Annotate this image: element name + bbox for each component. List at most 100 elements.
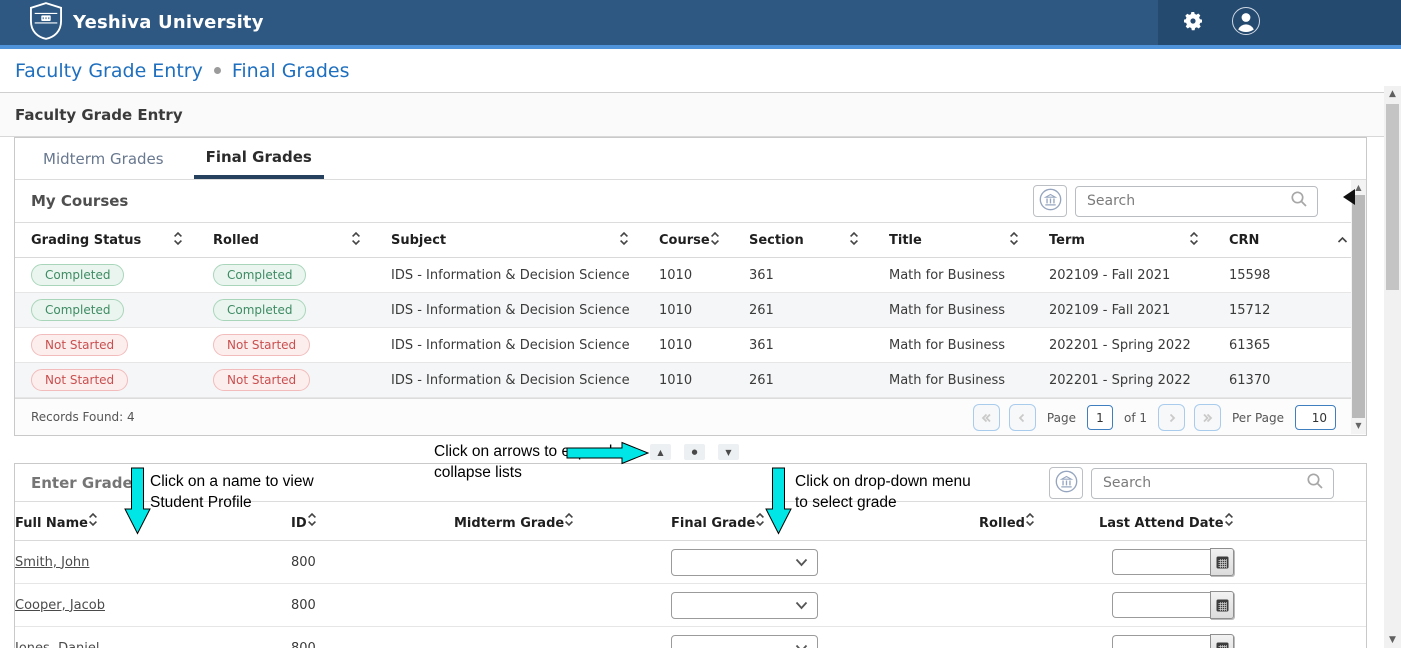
- col-section[interactable]: Section: [749, 233, 804, 248]
- mouse-cursor: [1342, 188, 1356, 206]
- first-page-button[interactable]: [973, 404, 1000, 431]
- prev-page-button[interactable]: [1009, 404, 1036, 431]
- course-row[interactable]: Completed Completed IDS - Information & …: [15, 258, 1366, 293]
- calendar-icon[interactable]: [1210, 634, 1234, 648]
- col-full-name[interactable]: Full Name: [15, 516, 88, 531]
- calendar-icon[interactable]: [1210, 548, 1234, 576]
- breadcrumb-root[interactable]: Faculty Grade Entry: [15, 60, 203, 82]
- final-grade-select[interactable]: [671, 635, 818, 648]
- annotation-arrow-right: [566, 441, 650, 465]
- collapse-down-button[interactable]: ▼: [718, 444, 739, 460]
- next-page-button[interactable]: [1158, 404, 1185, 431]
- institution-icon: [1038, 187, 1063, 216]
- subject-cell: IDS - Information & Decision Science: [375, 303, 643, 318]
- subject-cell: IDS - Information & Decision Science: [375, 373, 643, 388]
- my-courses-panel: Midterm Grades Final Grades My Courses: [14, 137, 1367, 436]
- sort-icon[interactable]: [173, 231, 183, 250]
- student-name-link[interactable]: Jones, Daniel: [15, 641, 100, 648]
- sort-icon[interactable]: [849, 231, 859, 250]
- sort-icon[interactable]: [1189, 231, 1199, 250]
- scroll-up-icon[interactable]: ▲: [1384, 89, 1401, 99]
- enter-grades-search-input[interactable]: [1103, 475, 1306, 491]
- course-row[interactable]: Completed Completed IDS - Information & …: [15, 293, 1366, 328]
- last-attend-date-input[interactable]: [1112, 549, 1210, 575]
- page-label: Page: [1047, 411, 1076, 425]
- sort-icon[interactable]: [564, 516, 574, 531]
- institution-icon: [1054, 469, 1079, 498]
- my-courses-toolbar: My Courses: [15, 180, 1366, 222]
- subject-cell: IDS - Information & Decision Science: [375, 268, 643, 283]
- my-courses-title: My Courses: [15, 192, 128, 210]
- final-grade-select[interactable]: [671, 592, 818, 619]
- sort-icon[interactable]: [1025, 516, 1035, 531]
- col-final-grade[interactable]: Final Grade: [671, 516, 755, 531]
- gear-icon[interactable]: [1181, 9, 1205, 37]
- course-row[interactable]: Not Started Not Started IDS - Informatio…: [15, 363, 1366, 398]
- landing-page-button[interactable]: [1049, 467, 1083, 499]
- search-icon[interactable]: [1290, 190, 1308, 212]
- crn-cell: 15712: [1213, 303, 1366, 318]
- sort-icon[interactable]: [88, 516, 98, 531]
- panel-resize-controls: ▲ ● ▼: [650, 444, 739, 460]
- sort-ascending-icon[interactable]: [1337, 233, 1348, 248]
- sort-icon[interactable]: [1224, 516, 1234, 531]
- sort-icon[interactable]: [307, 516, 317, 531]
- scrollbar-thumb[interactable]: [1352, 195, 1365, 418]
- col-term[interactable]: Term: [1049, 233, 1085, 248]
- last-attend-date-input[interactable]: [1112, 635, 1210, 648]
- col-midterm-grade[interactable]: Midterm Grade: [454, 516, 564, 531]
- calendar-icon[interactable]: [1210, 591, 1234, 619]
- title-cell: Math for Business: [873, 373, 1033, 388]
- status-badge: Completed: [31, 299, 124, 321]
- annotation-arrow-down: [765, 467, 792, 535]
- sort-icon[interactable]: [351, 231, 361, 250]
- sort-icon[interactable]: [710, 231, 720, 250]
- student-name-link[interactable]: Cooper, Jacob: [15, 598, 105, 613]
- my-courses-search-input[interactable]: [1087, 193, 1290, 209]
- scrollbar-thumb[interactable]: [1386, 104, 1399, 290]
- col-id[interactable]: ID: [291, 516, 307, 531]
- term-cell: 202201 - Spring 2022: [1033, 373, 1213, 388]
- scroll-down-icon[interactable]: ▼: [1351, 420, 1366, 432]
- col-crn[interactable]: CRN: [1229, 233, 1259, 248]
- courses-scrollbar[interactable]: ▲ ▼: [1351, 180, 1366, 434]
- course-row[interactable]: Not Started Not Started IDS - Informatio…: [15, 328, 1366, 363]
- col-course[interactable]: Course: [659, 233, 710, 248]
- col-title[interactable]: Title: [889, 233, 922, 248]
- search-icon[interactable]: [1306, 472, 1324, 494]
- app-header: Yeshiva University: [0, 0, 1401, 45]
- course-cell: 1010: [643, 268, 733, 283]
- col-rolled[interactable]: Rolled: [979, 516, 1025, 531]
- crn-cell: 61365: [1213, 338, 1366, 353]
- col-rolled[interactable]: Rolled: [213, 233, 259, 248]
- col-grading-status[interactable]: Grading Status: [31, 233, 141, 248]
- tab-final-grades[interactable]: Final Grades: [194, 138, 324, 179]
- last-page-button[interactable]: [1194, 404, 1221, 431]
- landing-page-button[interactable]: [1033, 185, 1067, 217]
- col-subject[interactable]: Subject: [391, 233, 446, 248]
- page-scrollbar[interactable]: ▲ ▼: [1384, 86, 1401, 648]
- tab-midterm-grades[interactable]: Midterm Grades: [31, 138, 176, 179]
- resize-handle-dot[interactable]: ●: [684, 444, 705, 460]
- breadcrumb-current: Final Grades: [232, 60, 350, 82]
- sort-icon[interactable]: [619, 231, 629, 250]
- last-attend-date-input[interactable]: [1112, 592, 1210, 618]
- status-badge: Completed: [31, 264, 124, 286]
- page-number-input[interactable]: [1087, 405, 1113, 430]
- rolled-badge: Not Started: [213, 334, 310, 356]
- courses-table-header: Grading Status Rolled Subject Course Sec…: [15, 222, 1366, 258]
- title-cell: Math for Business: [873, 268, 1033, 283]
- brand[interactable]: Yeshiva University: [30, 0, 264, 45]
- section-cell: 361: [733, 338, 873, 353]
- final-grade-select[interactable]: [671, 549, 818, 576]
- user-avatar-icon[interactable]: [1231, 6, 1261, 40]
- sort-icon[interactable]: [755, 516, 765, 531]
- student-id: 800: [291, 641, 454, 648]
- expand-up-button[interactable]: ▲: [650, 444, 671, 460]
- per-page-input[interactable]: [1295, 405, 1336, 430]
- sort-icon[interactable]: [1009, 231, 1019, 250]
- scroll-down-icon[interactable]: ▼: [1384, 635, 1401, 645]
- student-name-link[interactable]: Smith, John: [15, 555, 89, 570]
- annotation-student-profile: Click on a name to view Student Profile: [150, 471, 328, 513]
- col-last-attend-date[interactable]: Last Attend Date: [1099, 516, 1224, 531]
